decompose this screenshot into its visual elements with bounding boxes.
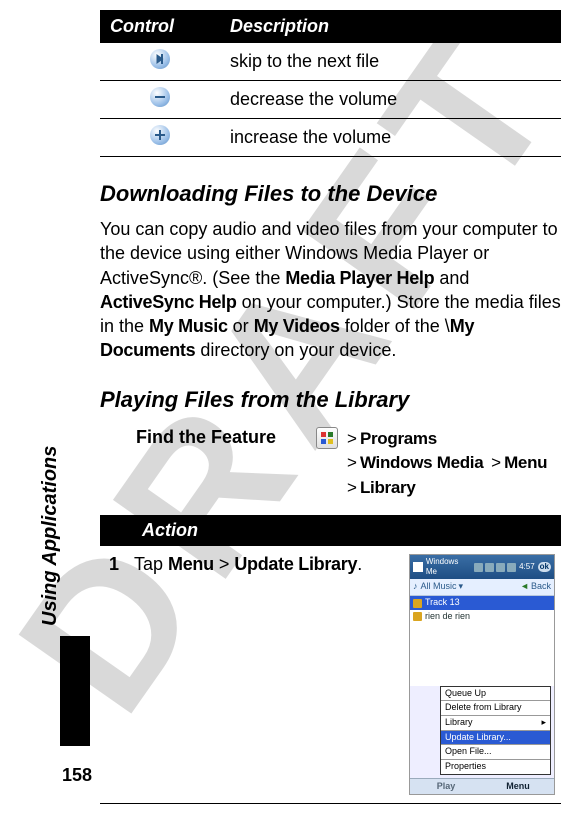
sidebar-marker: [60, 636, 90, 746]
control-desc: decrease the volume: [220, 81, 561, 119]
control-desc: skip to the next file: [220, 43, 561, 81]
menu-item-update-library[interactable]: Update Library...: [441, 731, 550, 746]
back-label: Back: [531, 581, 551, 593]
text: Tap: [134, 554, 168, 574]
navigation-path: >Programs >Windows Media >Menu >Library: [344, 427, 547, 501]
submenu-arrow-icon: ▸: [541, 717, 546, 729]
shot-category[interactable]: All Music: [421, 581, 457, 593]
path-menu: Menu: [504, 453, 547, 472]
section-heading-playing: Playing Files from the Library: [100, 387, 561, 413]
page-number: 158: [62, 765, 92, 786]
controls-header-description: Description: [220, 10, 561, 43]
track-label: Track 13: [425, 597, 460, 609]
controls-header-control: Control: [100, 10, 220, 43]
step-update-library: Update Library: [234, 554, 357, 574]
menu-item-queue[interactable]: Queue Up: [441, 687, 550, 702]
track-icon: [413, 612, 422, 621]
music-note-icon: ♪: [413, 581, 418, 593]
text: .: [357, 554, 362, 574]
section-heading-downloading: Downloading Files to the Device: [100, 181, 561, 207]
table-row: 1 Tap Menu > Update Library. Windows Me: [100, 546, 561, 804]
start-icon: [316, 427, 338, 449]
shot-spacer: [410, 624, 554, 686]
chevron-right: >: [344, 478, 360, 497]
tray-icon: [496, 563, 505, 572]
tray-icon: [474, 563, 483, 572]
shot-titlebar: Windows Me 4:57 ok: [410, 555, 554, 580]
text: >: [214, 554, 235, 574]
plus-icon: [150, 125, 170, 145]
path-programs: Programs: [360, 429, 437, 448]
step-instruction: Tap Menu > Update Library.: [128, 546, 403, 804]
table-row: skip to the next file: [100, 43, 561, 81]
controls-table: Control Description skip to the next fil…: [100, 10, 561, 157]
my-videos: My Videos: [254, 316, 340, 336]
minus-icon: [150, 87, 170, 107]
activesync-help: ActiveSync Help: [100, 292, 237, 312]
track-label: rien de rien: [425, 611, 470, 623]
softkey-menu[interactable]: Menu: [482, 779, 554, 795]
text: and: [434, 268, 469, 288]
back-button[interactable]: ◄ Back: [520, 581, 551, 593]
menu-item-delete[interactable]: Delete from Library: [441, 701, 550, 716]
skip-icon: [150, 49, 170, 69]
control-desc: increase the volume: [220, 119, 561, 157]
list-item[interactable]: Track 13: [410, 596, 554, 610]
shot-track-list: Track 13 rien de rien: [410, 596, 554, 623]
tray-icon: [485, 563, 494, 572]
shot-toolbar: ♪ All Music ▾ ◄ Back: [410, 579, 554, 596]
back-arrow-icon: ◄: [520, 581, 529, 593]
menu-item-library[interactable]: Library ▸: [441, 716, 550, 731]
chevron-right: >: [344, 453, 360, 472]
shot-time: 4:57: [519, 562, 535, 572]
sidebar-section-label: Using Applications: [39, 446, 62, 626]
action-header: Action: [100, 515, 561, 546]
softkey-play[interactable]: Play: [410, 779, 482, 795]
chevron-right: >: [344, 429, 360, 448]
step-menu: Menu: [168, 554, 214, 574]
list-item[interactable]: rien de rien: [410, 610, 554, 624]
find-feature-label: Find the Feature: [136, 427, 316, 448]
shot-context-menu: Queue Up Delete from Library Library ▸ U…: [440, 686, 551, 775]
windows-logo-icon: [413, 562, 423, 572]
media-player-help: Media Player Help: [285, 268, 434, 288]
find-the-feature: Find the Feature >Programs >Windows Medi…: [136, 427, 561, 501]
table-row: increase the volume: [100, 119, 561, 157]
tray-icon: [507, 563, 516, 572]
text: folder of the \: [340, 316, 450, 336]
menu-label: Library: [445, 717, 473, 729]
step-number: 1: [100, 546, 128, 804]
my-music: My Music: [149, 316, 228, 336]
path-windows-media: Windows Media: [360, 453, 483, 472]
device-screenshot: Windows Me 4:57 ok: [409, 554, 555, 796]
menu-item-open-file[interactable]: Open File...: [441, 745, 550, 760]
path-library: Library: [360, 478, 416, 497]
downloading-paragraph: You can copy audio and video files from …: [100, 217, 561, 363]
chevron-right: >: [488, 453, 504, 472]
track-icon: [413, 599, 422, 608]
shot-softkeys: Play Menu: [410, 778, 554, 795]
shot-tray: [474, 563, 516, 572]
dropdown-icon[interactable]: ▾: [459, 581, 464, 593]
table-row: decrease the volume: [100, 81, 561, 119]
text: directory on your device.: [195, 340, 396, 360]
action-table: Action 1 Tap Menu > Update Library. Wind…: [100, 515, 561, 805]
menu-item-properties[interactable]: Properties: [441, 760, 550, 774]
ok-button[interactable]: ok: [538, 562, 551, 572]
text: or: [228, 316, 254, 336]
shot-title: Windows Me: [426, 557, 471, 578]
